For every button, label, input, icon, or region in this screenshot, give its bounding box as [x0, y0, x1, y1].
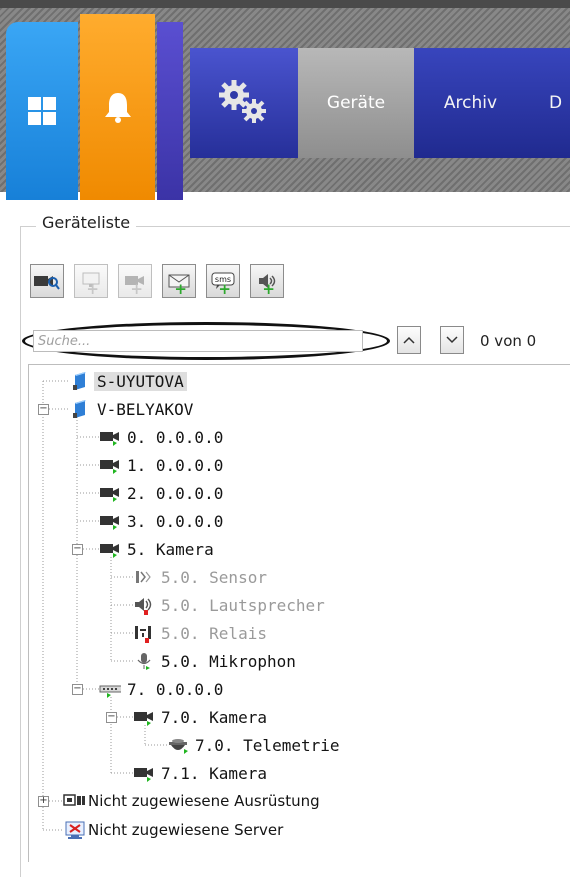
- search-input[interactable]: [33, 330, 363, 352]
- sensor-icon: [133, 567, 155, 587]
- add-sms-button[interactable]: sms +: [206, 264, 240, 298]
- side-accent-tile: [157, 22, 183, 200]
- device-toolbar: + + + sms + +: [30, 264, 284, 298]
- camera-icon: [133, 763, 155, 783]
- server-icon: [69, 399, 91, 419]
- camera-icon: [133, 707, 155, 727]
- tree-node-unassigned-servers[interactable]: Nicht zugewiesene Server: [63, 817, 283, 843]
- tree-node-camera[interactable]: 2. 0.0.0.0: [99, 480, 226, 506]
- chevron-up-icon: [403, 336, 415, 344]
- windows-tile[interactable]: [6, 22, 78, 200]
- gears-icon: [219, 80, 266, 123]
- camera-icon: [99, 511, 121, 531]
- add-speaker-button[interactable]: +: [250, 264, 284, 298]
- tree-node-speaker[interactable]: 5.0. Lautsprecher: [133, 592, 328, 618]
- unassigned-equipment-icon: [63, 791, 85, 811]
- tree-node-relay[interactable]: 5.0. Relais: [133, 620, 270, 646]
- camera-icon: [99, 427, 121, 447]
- search-highlight: [22, 322, 390, 360]
- tree-node-camera[interactable]: 7.0. Kamera: [133, 704, 270, 730]
- device-list-title: Geräteliste: [36, 213, 137, 232]
- tree-node-telemetry[interactable]: 7.0. Telemetrie: [167, 732, 343, 758]
- notifications-tile[interactable]: [80, 14, 155, 200]
- tree-node-camera[interactable]: 3. 0.0.0.0: [99, 508, 226, 534]
- tab-devices[interactable]: Geräte: [298, 48, 414, 158]
- bell-icon: [104, 93, 131, 123]
- tree-node-encoder[interactable]: 7. 0.0.0.0: [99, 676, 226, 702]
- tree-node-microphone[interactable]: 5.0. Mikrophon: [133, 648, 299, 674]
- collapse-toggle[interactable]: −: [106, 712, 117, 723]
- tree-node-camera[interactable]: 0. 0.0.0.0: [99, 424, 226, 450]
- search-prev-button[interactable]: [397, 326, 421, 354]
- device-tree: − − − − + S-UYUTOVA V-BELYAKOV 0. 0.0.0.…: [28, 364, 570, 862]
- add-email-button[interactable]: +: [162, 264, 196, 298]
- chevron-down-icon: [446, 336, 458, 344]
- camera-search-button[interactable]: [30, 264, 64, 298]
- tab-truncated[interactable]: D: [527, 48, 570, 158]
- encoder-icon: [99, 679, 121, 699]
- camera-search-icon: [34, 276, 60, 290]
- tree-node-camera[interactable]: 1. 0.0.0.0: [99, 452, 226, 478]
- add-camera-button[interactable]: +: [118, 264, 152, 298]
- camera-icon: [99, 483, 121, 503]
- collapse-toggle[interactable]: −: [38, 404, 49, 415]
- tree-node-camera[interactable]: 7.1. Kamera: [133, 760, 270, 786]
- windows-grid-icon: [28, 97, 56, 125]
- navigation-bar: Geräte Archiv D: [190, 48, 570, 158]
- expand-toggle[interactable]: +: [38, 796, 49, 807]
- speaker-icon: [133, 595, 155, 615]
- tree-node-server[interactable]: V-BELYAKOV: [69, 396, 196, 422]
- settings-button[interactable]: [190, 48, 298, 158]
- camera-icon: [99, 455, 121, 475]
- microphone-icon: [133, 651, 155, 671]
- add-monitor-button[interactable]: +: [74, 264, 108, 298]
- tree-node-unassigned-equipment[interactable]: Nicht zugewiesene Ausrüstung: [63, 788, 320, 814]
- search-result-counter: 0 von 0: [480, 332, 537, 350]
- search-next-button[interactable]: [440, 326, 464, 354]
- relay-icon: [133, 623, 155, 643]
- collapse-toggle[interactable]: −: [72, 684, 83, 695]
- top-bar: Geräte Archiv D: [0, 0, 570, 200]
- tree-node-server[interactable]: S-UYUTOVA: [69, 368, 187, 394]
- camera-icon: [99, 539, 121, 559]
- ptz-dome-icon: [167, 735, 189, 755]
- server-icon: [69, 371, 91, 391]
- unassigned-server-icon: [63, 820, 85, 840]
- tree-node-camera[interactable]: 5. Kamera: [99, 536, 217, 562]
- tab-archive[interactable]: Archiv: [414, 48, 527, 158]
- tree-node-sensor[interactable]: 5.0. Sensor: [133, 564, 270, 590]
- collapse-toggle[interactable]: −: [72, 544, 83, 555]
